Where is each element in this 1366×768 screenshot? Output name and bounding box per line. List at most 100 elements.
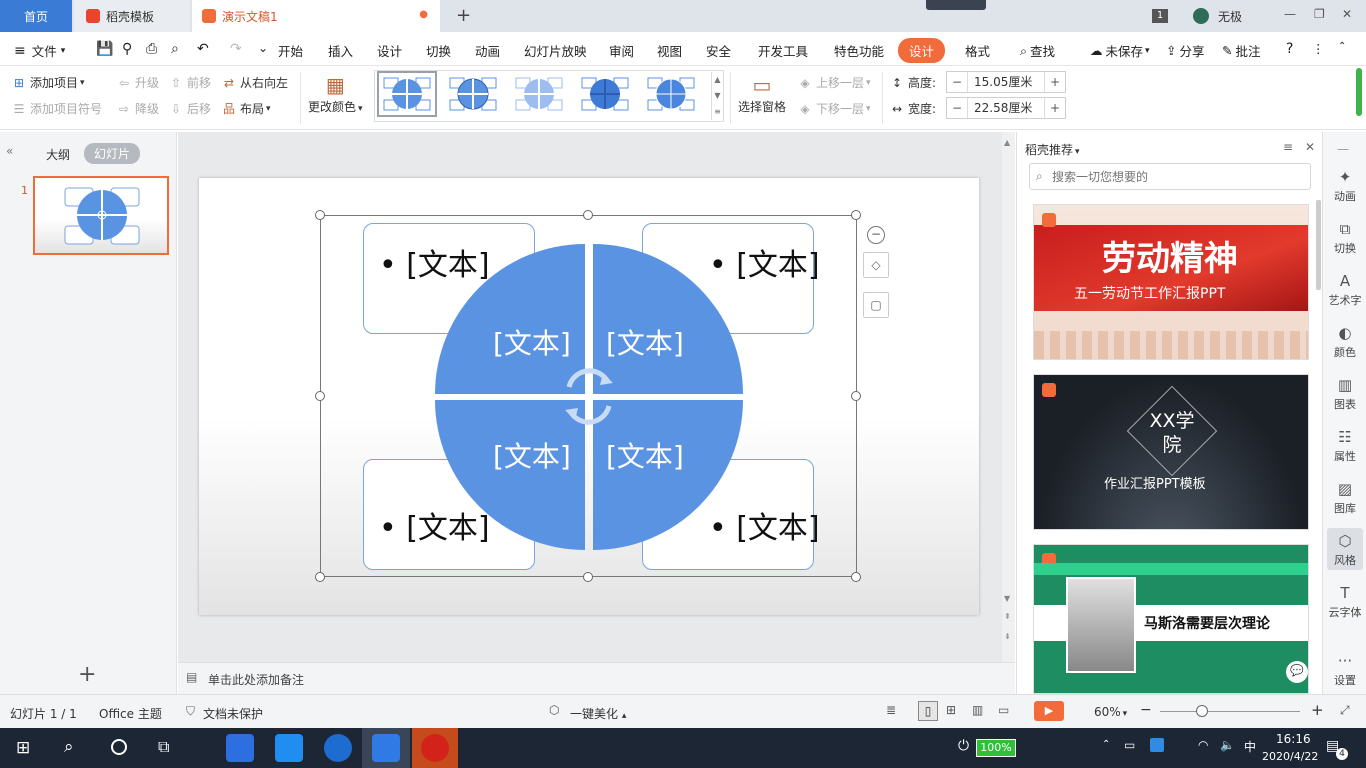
notes-toggle-icon[interactable]: ≣ [886,703,896,717]
user-name[interactable]: 无极 [1218,8,1242,25]
wifi-icon[interactable]: ◠ [1198,738,1208,752]
print-preview-icon[interactable]: ⌕ [171,41,179,57]
change-color-button[interactable]: ▦ 更改颜色 ▾ [308,72,363,115]
play-slideshow-button[interactable]: ▶ [1034,701,1064,721]
format-painter-icon[interactable]: ⚲ [122,41,132,57]
minimize-button[interactable]: — [1284,7,1296,21]
zoom-out-button[interactable]: − [1140,702,1152,718]
height-decrease-button[interactable]: − [947,75,967,89]
tray-expand-icon[interactable]: ⌃ [1102,739,1110,750]
move-forward-button[interactable]: ⇧ 前移 [169,74,211,91]
tab-view[interactable]: 视图 [657,41,682,60]
width-input[interactable]: 22.58厘米 [967,98,1045,118]
battery-indicator[interactable]: 100% [976,739,1016,757]
theme-name[interactable]: Office 主题 [99,705,162,722]
save-icon[interactable]: 💾 [96,41,113,57]
fit-window-icon[interactable]: ⤢ [1340,703,1350,718]
share-button[interactable]: ⇪ 分享 [1166,41,1205,60]
rail-transition[interactable]: ⧉ 切换 [1323,220,1366,256]
zoom-in-button[interactable]: + [1311,701,1324,719]
file-menu[interactable]: ≡ 文件 ▾ [14,41,65,60]
tab-insert[interactable]: 插入 [328,41,353,60]
feedback-chat-icon[interactable]: 💬 [1286,661,1308,683]
right-to-left-button[interactable]: ⇄ 从右向左 [222,74,288,91]
scroll-up-icon[interactable]: ▲ [1004,138,1010,147]
zoom-out-icon[interactable]: − [867,226,885,244]
normal-view-icon[interactable]: ▯ [918,701,938,721]
rail-gallery[interactable]: ▨ 图库 [1323,480,1366,516]
more-quick-icon[interactable]: ⌄ [258,41,268,55]
tab-special[interactable]: 特色功能 [834,41,884,60]
notes-pane[interactable]: ▤ 单击此处添加备注 [178,662,1015,694]
layout-button[interactable]: 品 布局 ▾ [222,100,271,117]
floating-toolbar-handle[interactable] [926,0,986,10]
window-count-badge[interactable]: 1 [1152,9,1168,23]
shape-fill-button[interactable]: ◇ [863,252,889,278]
width-increase-button[interactable]: + [1045,101,1065,115]
resize-handle-se[interactable] [851,572,861,582]
height-stepper[interactable]: − 15.05厘米 + [946,71,1066,93]
smartart-style-5[interactable] [641,71,701,117]
avatar[interactable] [1193,8,1209,24]
width-stepper[interactable]: − 22.58厘米 + [946,97,1066,119]
tab-developer[interactable]: 开发工具 [758,41,808,60]
resize-handle-e[interactable] [851,391,861,401]
prev-slide-icon[interactable]: ⇞ [1004,612,1011,621]
tab-presentation-1[interactable]: 演示文稿1 ● [192,0,440,32]
width-decrease-button[interactable]: − [947,101,967,115]
add-bullet-button[interactable]: ☰ 添加项目符号 [12,100,102,117]
tab-animation[interactable]: 动画 [475,41,500,60]
app-icon-2[interactable] [275,734,303,762]
power-plug-icon[interactable]: ⏻ [958,738,969,754]
tab-security[interactable]: 安全 [706,41,731,60]
resize-handle-sw[interactable] [315,572,325,582]
notes-placeholder[interactable]: 单击此处添加备注 [208,671,304,688]
smartart-style-1[interactable] [377,71,437,117]
collapse-panel-icon[interactable]: « [6,144,13,158]
outline-tab[interactable]: 大纲 [46,146,70,163]
panel-menu-icon[interactable]: ≡ [1283,140,1293,154]
restore-button[interactable]: ❐ [1314,7,1325,21]
windows-start-icon[interactable]: ⊞ [16,738,30,758]
one-click-beautify[interactable]: 一键美化 ▴ [570,705,626,722]
volume-icon[interactable]: 🔈 [1220,738,1235,752]
template-card-3[interactable]: 马斯洛需要层次理论 💬 [1033,544,1309,694]
resize-handle-n[interactable] [583,210,593,220]
close-panel-icon[interactable]: ✕ [1305,140,1315,154]
resize-handle-s[interactable] [583,572,593,582]
redo-icon[interactable]: ↷ [230,41,242,57]
rail-cloud-font[interactable]: T 云字体 [1323,584,1366,620]
rail-style[interactable]: ⬡ 风格 [1327,528,1363,570]
rail-animation[interactable]: ✦ 动画 [1323,168,1366,204]
add-slide-button[interactable]: + [78,662,96,687]
rail-chart[interactable]: ▥ 图表 [1323,376,1366,412]
shape-outline-button[interactable]: ▢ [863,292,889,318]
wps-presentation-icon[interactable] [421,734,449,762]
tab-start[interactable]: 开始 [278,41,303,60]
canvas-vertical-scrollbar[interactable]: ▲ ▼ ⇞ ⇟ [1002,132,1015,662]
rail-color[interactable]: ◐ 颜色 [1323,324,1366,360]
wps-writer-icon[interactable] [372,734,400,762]
template-search-input[interactable] [1052,167,1302,186]
next-slide-icon[interactable]: ⇟ [1004,632,1011,641]
tab-transition[interactable]: 切换 [426,41,451,60]
clock-time[interactable]: 16:16 [1276,732,1311,746]
template-search-box[interactable]: ⌕ [1029,163,1311,190]
presenter-view-icon[interactable]: ▭ [998,703,1009,717]
tab-docer-templates[interactable]: 稻壳模板 [74,0,190,32]
new-tab-button[interactable]: + [456,5,471,26]
bring-forward-button[interactable]: ◈ 上移一层 ▾ [798,74,870,91]
zoom-slider-thumb[interactable] [1196,705,1208,717]
slide-thumbnail-1[interactable] [33,176,169,255]
sorter-view-icon[interactable]: ⊞ [946,703,956,717]
annotate-button[interactable]: ✎ 批注 [1222,41,1261,60]
height-input[interactable]: 15.05厘米 [967,72,1045,92]
panel-scrollbar[interactable] [1316,200,1321,290]
smartart-style-4[interactable] [575,71,635,117]
ime-icon[interactable]: 中 [1244,738,1256,755]
search-icon[interactable]: ⌕ [64,737,74,757]
browser-icon[interactable] [324,734,352,762]
add-item-button[interactable]: ⊞ 添加项目 ▾ [12,74,85,91]
cortana-icon[interactable] [111,739,127,755]
collapse-ribbon-icon[interactable]: ⌃ [1338,41,1346,52]
